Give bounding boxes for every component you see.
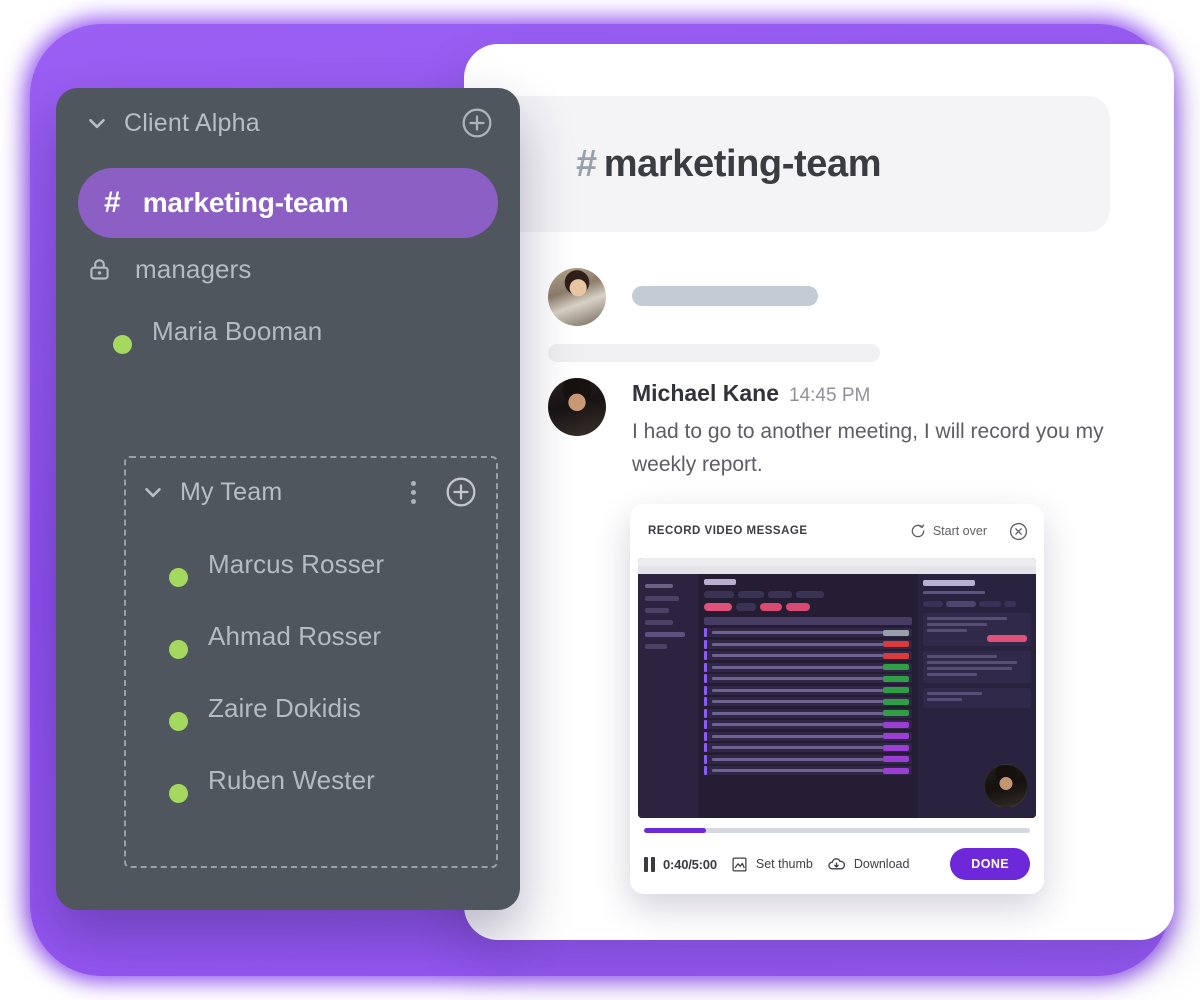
start-over-button[interactable]: Start over: [910, 523, 987, 539]
message-placeholder: [548, 268, 1118, 326]
sidebar-section-title: My Team: [180, 477, 283, 506]
message-timestamp: 14:45 PM: [789, 385, 871, 406]
sidebar-section-client-alpha[interactable]: Client Alpha: [56, 88, 520, 158]
recorder-title: RECORD VIDEO MESSAGE: [648, 525, 808, 537]
sidebar-section-title: Client Alpha: [124, 108, 260, 137]
sidebar-item-managers[interactable]: managers: [56, 238, 520, 300]
set-thumb-label: Set thumb: [755, 857, 813, 871]
avatar: [142, 758, 188, 803]
hash-icon: #: [104, 186, 121, 219]
sidebar-item-marcus-rosser[interactable]: Marcus Rosser: [124, 528, 498, 600]
sidebar-item-label: Ahmad Rosser: [208, 620, 382, 651]
hash-icon: #: [576, 142, 597, 185]
preview-detail-panel: [918, 574, 1036, 818]
avatar: [142, 614, 188, 659]
webcam-overlay: [984, 764, 1028, 808]
recorder-header: RECORD VIDEO MESSAGE Start over: [630, 504, 1044, 558]
close-circle-icon[interactable]: [1009, 522, 1028, 541]
pause-icon: [644, 856, 655, 872]
sidebar-item-label: Maria Booman: [152, 315, 323, 346]
avatar: [142, 686, 188, 731]
channel-header: # marketing-team: [464, 96, 1110, 232]
sidebar-item-zaire-dokidis[interactable]: Zaire Dokidis: [124, 672, 498, 744]
status-badge: [113, 335, 132, 354]
time-label: 0:40/5:00: [663, 856, 717, 872]
sidebar-item-marketing-team[interactable]: # marketing-team: [78, 168, 498, 238]
skeleton-line-wide: [548, 344, 880, 362]
sidebar-item-label: Marcus Rosser: [208, 548, 385, 579]
sidebar-item-label: Ruben Wester: [208, 764, 375, 795]
avatar: [86, 309, 132, 354]
sidebar-item-ahmad-rosser[interactable]: Ahmad Rosser: [124, 600, 498, 672]
lock-icon: [90, 258, 109, 280]
message-list: [548, 268, 1118, 326]
plus-circle-icon[interactable]: [460, 106, 494, 140]
status-badge: [169, 568, 188, 587]
screenshot-root: # marketing-team Michael Kane 14:45 PM I …: [0, 0, 1200, 1000]
status-badge: [169, 640, 188, 659]
progress-fill: [644, 828, 706, 833]
message-author: Michael Kane: [632, 380, 779, 406]
channel-name: marketing-team: [603, 142, 882, 185]
chevron-down-icon[interactable]: [140, 479, 166, 505]
pause-button[interactable]: 0:40/5:00: [644, 856, 717, 872]
start-over-label: Start over: [932, 524, 987, 538]
message-item: Michael Kane 14:45 PM I had to go to ano…: [548, 378, 1114, 481]
preview-board: [698, 574, 918, 818]
preview-browser-bar: [638, 558, 1036, 566]
preview-bookmark-bar: [638, 566, 1036, 574]
page-title: # marketing-team: [576, 142, 882, 186]
sidebar-item-maria-booman[interactable]: Maria Booman: [56, 300, 520, 362]
video-recorder-card: RECORD VIDEO MESSAGE Start over 0:40/5:0…: [630, 504, 1044, 894]
progress-bar[interactable]: [644, 828, 1030, 833]
refresh-icon: [911, 524, 925, 538]
chevron-down-icon[interactable]: [84, 110, 110, 136]
sidebar: Client Alpha # marketing-team managers M…: [56, 88, 520, 910]
message-text: I had to go to another meeting, I will r…: [632, 420, 1104, 476]
image-icon: [732, 856, 747, 872]
preview-left-nav: [638, 574, 698, 818]
plus-circle-icon[interactable]: [444, 475, 478, 509]
set-thumb-button[interactable]: Set thumb: [731, 856, 813, 873]
preview-app-body: [638, 574, 1036, 818]
status-badge: [169, 712, 188, 731]
download-button[interactable]: Download: [827, 855, 910, 874]
avatar: [548, 378, 606, 436]
avatar: [142, 542, 188, 587]
sidebar-section-my-team-header[interactable]: My Team: [124, 456, 498, 528]
cloud-download-icon: [828, 857, 845, 870]
download-label: Download: [853, 857, 910, 871]
status-badge: [169, 784, 188, 803]
sidebar-section-my-team: My Team Marcus Rosser Ahmad Rosser Zaire…: [124, 456, 498, 816]
sidebar-item-label: Zaire Dokidis: [208, 692, 362, 723]
skeleton-line: [632, 286, 818, 306]
sidebar-item-label: managers: [135, 253, 252, 284]
avatar: [548, 268, 606, 326]
sidebar-item-ruben-wester[interactable]: Ruben Wester: [124, 744, 498, 816]
video-preview[interactable]: [638, 558, 1036, 818]
recorder-controls: 0:40/5:00 Set thumb Download DONE: [630, 818, 1044, 894]
sidebar-item-label: marketing-team: [142, 187, 349, 218]
done-button[interactable]: DONE: [950, 848, 1030, 880]
kebab-menu-icon[interactable]: [411, 480, 416, 504]
